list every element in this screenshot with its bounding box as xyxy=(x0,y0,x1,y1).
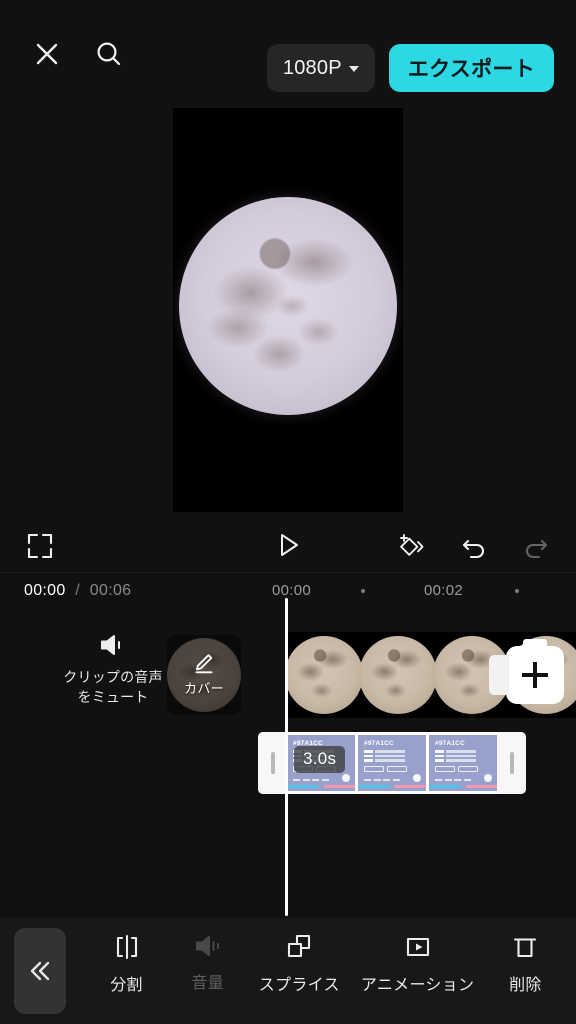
close-icon[interactable] xyxy=(27,34,67,74)
cover-button[interactable]: カバー xyxy=(167,635,241,715)
current-time: 00:00 xyxy=(24,582,66,599)
player-right-tools xyxy=(392,527,556,567)
export-button-label: エクスポート xyxy=(407,58,535,81)
video-editor-screen: 1080P エクスポート 00:00 / 00:06 00:00 00:02 ク… xyxy=(0,0,576,1024)
mute-clip-audio-label: クリップの音声 をミュート xyxy=(58,667,168,708)
moon-thumb-image xyxy=(287,636,361,714)
tool-split-label: 分割 xyxy=(110,977,143,994)
play-icon[interactable] xyxy=(268,525,308,565)
cover-overlay: カバー xyxy=(184,653,224,697)
mute-label-line2: をミュート xyxy=(77,689,149,706)
chevron-double-left-icon xyxy=(30,961,50,981)
clip-detail-footer xyxy=(435,779,471,781)
clip-tools: 分割 音量 スプライス アニメーション 削除 xyxy=(86,932,566,1012)
header-right-group: 1080P エクスポート xyxy=(266,44,554,92)
add-keyframe-icon[interactable] xyxy=(392,527,432,567)
clip-detail-rows xyxy=(435,750,491,762)
clip-thumbnail: #97A1CC xyxy=(358,735,426,791)
clip-color-hex: #97A1CC xyxy=(364,740,394,747)
trim-handle-right[interactable] xyxy=(497,732,526,794)
selected-clip-track[interactable]: #97A1CC #97A1CC #97A1CC 3.0s xyxy=(258,732,526,794)
timeline-tracks[interactable]: クリップの音声 をミュート カバー #97A1CC #97A1CC #97A1C… xyxy=(0,608,576,918)
plus-icon xyxy=(522,662,548,688)
clip-detail-dot xyxy=(342,774,350,782)
split-icon xyxy=(116,934,137,960)
trim-grip xyxy=(270,752,275,774)
trim-grip xyxy=(509,752,514,774)
tool-splice[interactable]: スプライス xyxy=(259,932,340,995)
playhead[interactable] xyxy=(285,598,288,916)
tool-animation[interactable]: アニメーション xyxy=(361,932,474,995)
video-thumbnail[interactable] xyxy=(287,632,361,718)
clip-color-hex: #97A1CC xyxy=(435,740,465,747)
app-header: 1080P エクスポート xyxy=(0,0,576,108)
trim-handle-left[interactable] xyxy=(258,732,287,794)
moon-image xyxy=(179,197,397,415)
redo-icon[interactable] xyxy=(516,527,556,567)
clip-detail-dot xyxy=(413,774,421,782)
collapse-toolbar-button[interactable] xyxy=(14,928,66,1014)
total-time: 00:06 xyxy=(89,582,132,599)
header-left-group xyxy=(0,34,129,74)
time-separator: / xyxy=(75,582,81,599)
chevron-down-icon xyxy=(348,66,359,72)
moon-thumb-image xyxy=(361,636,435,714)
tool-delete-label: 削除 xyxy=(509,977,542,994)
player-toolbar xyxy=(0,515,576,573)
pencil-icon xyxy=(195,654,213,674)
mute-label-line1: クリップの音声 xyxy=(63,669,163,685)
clip-color-bars xyxy=(287,785,355,788)
clip-color-bars xyxy=(358,785,426,788)
tool-splice-label: スプライス xyxy=(258,977,340,994)
mute-clip-audio-button[interactable]: クリップの音声 をミュート xyxy=(58,632,168,708)
volume-icon xyxy=(195,936,219,956)
bottom-toolbar: 分割 音量 スプライス アニメーション 削除 xyxy=(0,918,576,1024)
ruler-tick-dot xyxy=(361,589,365,593)
toolbar-divider xyxy=(0,572,576,573)
video-thumbnail[interactable] xyxy=(361,632,435,718)
export-button[interactable]: エクスポート xyxy=(388,44,554,92)
clip-detail-dot xyxy=(484,774,492,782)
clip-color-bars xyxy=(429,785,497,788)
ruler-tick-label: 00:00 xyxy=(272,582,312,599)
clip-detail-pills xyxy=(435,765,491,772)
video-preview-canvas[interactable] xyxy=(173,108,403,512)
search-icon[interactable] xyxy=(89,34,129,74)
animation-icon xyxy=(406,937,429,957)
tool-volume[interactable]: 音量 xyxy=(178,932,238,993)
ruler-tick-dot xyxy=(515,589,519,593)
add-clip-button[interactable] xyxy=(489,639,564,704)
resolution-selector[interactable]: 1080P xyxy=(266,44,375,92)
timeline-ruler[interactable]: 00:00 / 00:06 00:00 00:02 xyxy=(0,574,576,608)
tool-volume-label: 音量 xyxy=(191,975,224,992)
undo-icon[interactable] xyxy=(454,527,494,567)
speaker-mute-icon xyxy=(58,632,168,658)
cover-label: カバー xyxy=(184,681,224,696)
fullscreen-icon[interactable] xyxy=(20,526,60,566)
tool-split[interactable]: 分割 xyxy=(97,932,157,995)
resolution-label: 1080P xyxy=(282,56,342,79)
tool-animation-label: アニメーション xyxy=(360,977,475,994)
preview-area xyxy=(0,108,576,515)
clip-detail-rows xyxy=(364,750,420,762)
time-readout: 00:00 / 00:06 xyxy=(24,582,131,600)
tool-delete[interactable]: 削除 xyxy=(495,932,555,995)
clip-duration-badge: 3.0s xyxy=(294,746,346,773)
delete-icon xyxy=(514,938,537,958)
clip-detail-pills xyxy=(364,765,420,772)
clip-thumbnail: #97A1CC xyxy=(429,735,497,791)
ruler-tick-label: 00:02 xyxy=(424,582,464,599)
clip-detail-footer xyxy=(364,779,400,781)
clip-detail-footer xyxy=(293,779,329,781)
splice-icon xyxy=(288,934,311,958)
